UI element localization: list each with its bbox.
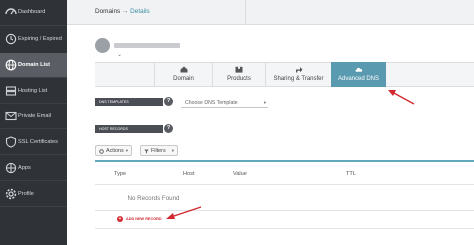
sidebar-item-private-email[interactable]: Private Email (0, 104, 67, 128)
divider (0, 77, 67, 78)
breadcrumb: Domains → Details (95, 8, 150, 15)
sidebar-item-label: Hosting List (18, 88, 48, 94)
help-icon[interactable]: ? (164, 124, 173, 133)
column-header-host: Host (183, 171, 195, 177)
share-icon (295, 67, 302, 73)
sidebar-item-expiring[interactable]: Expiring / Expired (0, 27, 67, 51)
divider (95, 210, 474, 211)
divider (95, 160, 474, 162)
chevron-down-icon: ▾ (263, 100, 266, 105)
add-new-record-button[interactable]: ADD NEW RECORD (126, 217, 162, 222)
column-header-ttl: TTL (346, 171, 356, 177)
server-icon (5, 86, 17, 96)
breadcrumb-domains[interactable]: Domains (95, 8, 120, 15)
chevron-down-icon: ▾ (171, 148, 174, 153)
tab-domain[interactable]: Domain (154, 62, 212, 87)
sidebar-item-label: Expiring / Expired (18, 36, 62, 42)
dns-template-select[interactable]: Choose DNS Template ▾ (181, 99, 268, 108)
sidebar-item-domain-list[interactable]: Domain List (0, 53, 67, 77)
chevron-down-icon[interactable]: ⌄ (117, 51, 122, 58)
filters-label: Filters (151, 148, 166, 154)
divider (0, 154, 67, 155)
chevron-down-icon: ▾ (125, 148, 128, 153)
clock-icon (5, 33, 17, 45)
host-records-label: HOST RECORDS (95, 125, 163, 133)
sidebar-item-dashboard[interactable]: Dashboard (0, 0, 67, 24)
gear-icon (5, 188, 17, 200)
filters-button[interactable]: Filters ▾ (140, 145, 178, 156)
email-icon (5, 111, 17, 121)
sidebar-item-label: Dashboard (18, 9, 46, 15)
sidebar-item-label: Domain List (18, 62, 51, 68)
sidebar-item-ssl-certificates[interactable]: SSL Certificates (0, 130, 67, 154)
sidebar-item-apps[interactable]: Apps (0, 156, 67, 180)
gear-icon (99, 149, 104, 154)
empty-state-text: No Records Found (127, 195, 180, 202)
actions-button[interactable]: Actions ▾ (95, 145, 132, 156)
tab-sharing-transfer[interactable]: Sharing & Transfer (265, 62, 331, 87)
tab-advanced-dns[interactable]: Advanced DNS (331, 62, 386, 87)
domain-avatar-icon (95, 38, 110, 53)
breadcrumb-separator: → (122, 8, 129, 15)
globe-icon (5, 59, 17, 71)
sidebar-item-label: Apps (18, 165, 31, 171)
apps-icon (5, 162, 17, 174)
sidebar-item-label: Profile (18, 191, 34, 197)
dashboard-icon (5, 8, 17, 15)
shield-icon (5, 136, 17, 148)
divider (0, 128, 67, 129)
sidebar-item-profile[interactable]: Profile (0, 182, 67, 206)
dns-templates-label: DNS TEMPLATES (95, 98, 163, 106)
main-content: Domains → Details ⌄ Domain Products Shar… (67, 0, 474, 245)
sidebar-item-label: Private Email (18, 113, 51, 119)
actions-label: Actions (106, 148, 124, 154)
add-icon[interactable]: + (117, 216, 123, 222)
divider (95, 184, 474, 185)
divider (245, 0, 246, 25)
sidebar-item-label: SSL Certificates (18, 139, 58, 145)
box-icon (235, 66, 243, 73)
domain-name-redacted (114, 43, 180, 48)
divider (95, 228, 474, 229)
top-bar: Domains → Details (67, 0, 474, 25)
divider (0, 25, 67, 26)
tab-label: Advanced DNS (337, 76, 380, 82)
sidebar: Dashboard Expiring / Expired Domain List… (0, 0, 67, 245)
filter-icon (144, 149, 149, 154)
column-header-type: Type (114, 171, 127, 177)
column-header-value: Value (233, 171, 247, 177)
tab-products[interactable]: Products (212, 62, 265, 87)
divider (0, 180, 67, 181)
home-icon (180, 66, 187, 73)
sidebar-item-hosting-list[interactable]: Hosting List (0, 79, 67, 103)
breadcrumb-details: Details (130, 8, 150, 15)
help-icon[interactable]: ? (164, 97, 173, 106)
dns-icon (355, 67, 362, 72)
tab-label: Sharing & Transfer (273, 76, 324, 82)
divider (0, 206, 67, 207)
tab-label: Products (227, 76, 251, 82)
tab-label: Domain (173, 76, 194, 82)
dns-template-select-value: Choose DNS Template (185, 100, 238, 106)
